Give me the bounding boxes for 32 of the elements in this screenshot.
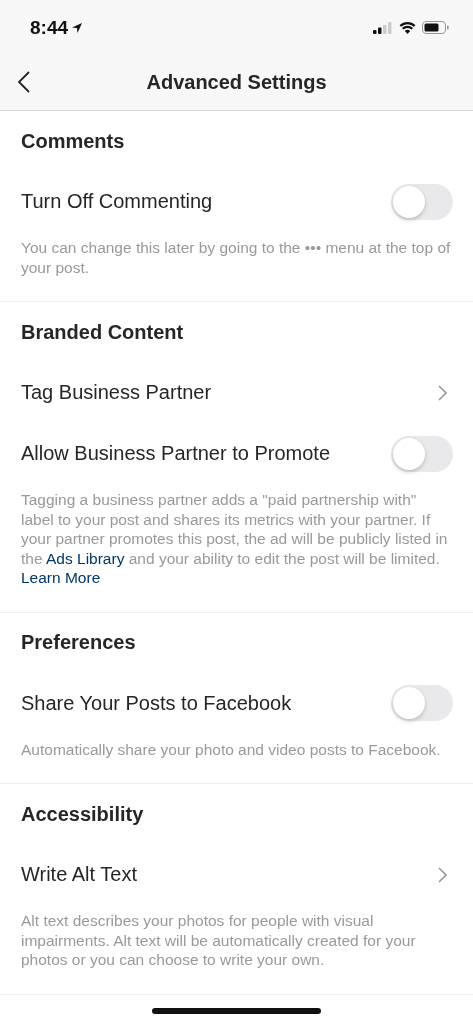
toggle-row[interactable]: Allow Business Partner to Promote bbox=[0, 423, 473, 484]
section-heading: Accessibility bbox=[20, 801, 145, 827]
text-link[interactable]: Learn More bbox=[21, 569, 101, 586]
link-row[interactable]: Write Alt Text bbox=[0, 844, 473, 905]
toggle-switch[interactable] bbox=[391, 685, 453, 721]
toggle-switch[interactable] bbox=[391, 183, 453, 220]
setting-label: Share Your Posts to Facebook bbox=[21, 691, 292, 715]
text-link[interactable]: Ads Library bbox=[46, 549, 125, 567]
setting-label: Allow Business Partner to Promote bbox=[21, 442, 331, 465]
section-heading: Comments bbox=[20, 128, 126, 154]
link-row[interactable]: Tag Business Partner bbox=[0, 362, 473, 423]
battery-icon bbox=[422, 21, 449, 34]
status-time: 8:44 bbox=[30, 16, 69, 39]
description-text: Automatically share your photo and video posts to Facebook. bbox=[20, 739, 442, 760]
description-text: You can change this later by going to the ••• menu at the top of your post. bbox=[20, 238, 452, 278]
back-chevron-icon bbox=[18, 71, 30, 93]
setting-label: Tag Business Partner bbox=[21, 381, 212, 404]
screen-title: Advanced Settings bbox=[146, 71, 327, 94]
signal-icon bbox=[373, 21, 393, 34]
wifi-icon bbox=[399, 21, 416, 34]
toggle-row[interactable]: Share Your Posts to Facebook bbox=[0, 672, 473, 734]
description-text: Alt text describes your photos for people with visual impairments. Alt text will be automatically created for your photos or you can choose to write your own. bbox=[20, 911, 417, 970]
toggle-row[interactable]: Turn Off Commenting bbox=[0, 171, 473, 232]
setting-label: Turn Off Commenting bbox=[21, 190, 213, 213]
location-arrow-icon bbox=[71, 21, 84, 34]
chevron-right-icon bbox=[438, 866, 447, 883]
toggle-switch[interactable] bbox=[391, 435, 453, 472]
chevron-right-icon bbox=[438, 384, 447, 401]
section-heading: Branded Content bbox=[20, 319, 185, 345]
section-heading: Preferences bbox=[20, 630, 137, 655]
description-text: Tagging a business partner adds a "paid partnership with" label to your post and shares its metrics with your partner. If your partner promotes this post, the ad will be publicly listed in the Ads Library and your ability to edit the post will be limited. Learn More bbox=[20, 490, 449, 588]
setting-label: Write Alt Text bbox=[21, 863, 137, 886]
